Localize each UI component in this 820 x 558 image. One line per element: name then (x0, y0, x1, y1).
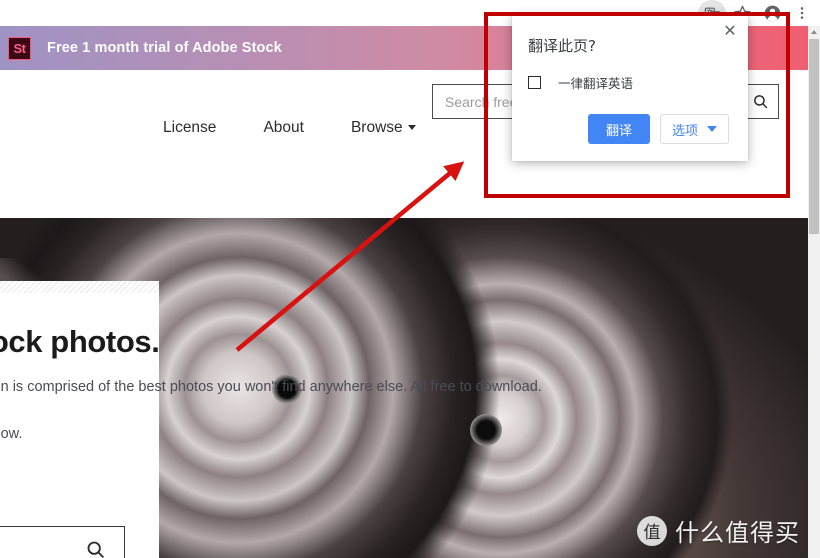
promo-banner-text: Free 1 month trial of Adobe Stock (47, 40, 282, 56)
search-icon (87, 541, 105, 558)
options-button[interactable]: 选项 (660, 114, 730, 144)
avatar-glyph (764, 5, 780, 21)
watermark-text: 什么值得买 (675, 519, 800, 547)
watermark: 值 什么值得买 (637, 513, 800, 548)
card-paragraph: Our free collection is comprised of the … (0, 376, 542, 398)
always-translate-label: 一律翻译英语 (558, 76, 634, 91)
kebab-menu-glyph (800, 7, 804, 19)
watermark-logo-icon: 值 (637, 515, 667, 546)
screenshot-root: St Free 1 month trial of Adobe Stock Lic… (0, 0, 820, 558)
translate-popup: ✕ 翻译此页? 一律翻译英语 翻译 选项 (512, 15, 748, 161)
page-scrollbar[interactable] (808, 26, 820, 558)
always-translate-checkbox[interactable] (528, 76, 541, 89)
close-icon[interactable]: ✕ (720, 22, 740, 42)
chevron-down-icon (407, 125, 416, 131)
profile-avatar-icon[interactable] (758, 0, 786, 26)
always-translate-checkbox-row[interactable]: 一律翻译英语 (528, 73, 633, 92)
nav-link-about[interactable]: About (263, 119, 304, 137)
card-search-box[interactable] (0, 526, 125, 558)
card-body: Free stock photos. Our free collection i… (0, 293, 542, 445)
hero-eye-right (470, 414, 502, 446)
nav-link-browse[interactable]: Browse (351, 119, 416, 137)
content-card: Free stock photos. Our free collection i… (0, 281, 542, 558)
chrome-menu-icon[interactable] (788, 0, 816, 26)
translate-button[interactable]: 翻译 (588, 114, 651, 144)
search-icon (754, 95, 768, 109)
scrollbar-thumb[interactable] (809, 39, 819, 234)
translate-popup-actions: 翻译 选项 (588, 114, 730, 144)
card-paragraph-2: Start searching now. (0, 425, 23, 442)
site-nav-links: License About Browse (163, 119, 416, 137)
options-button-label: 选项 (672, 123, 699, 139)
chevron-down-icon (707, 126, 718, 132)
adobe-stock-logo-icon: St (8, 36, 31, 60)
card-stripe-decoration (0, 281, 159, 293)
nav-link-browse-label: Browse (350, 119, 403, 136)
scrollbar-up-arrow-icon[interactable] (808, 26, 820, 38)
card-heading: Free stock photos. (0, 324, 160, 359)
translate-popup-title: 翻译此页? (528, 37, 596, 55)
nav-link-license[interactable]: License (163, 119, 216, 137)
